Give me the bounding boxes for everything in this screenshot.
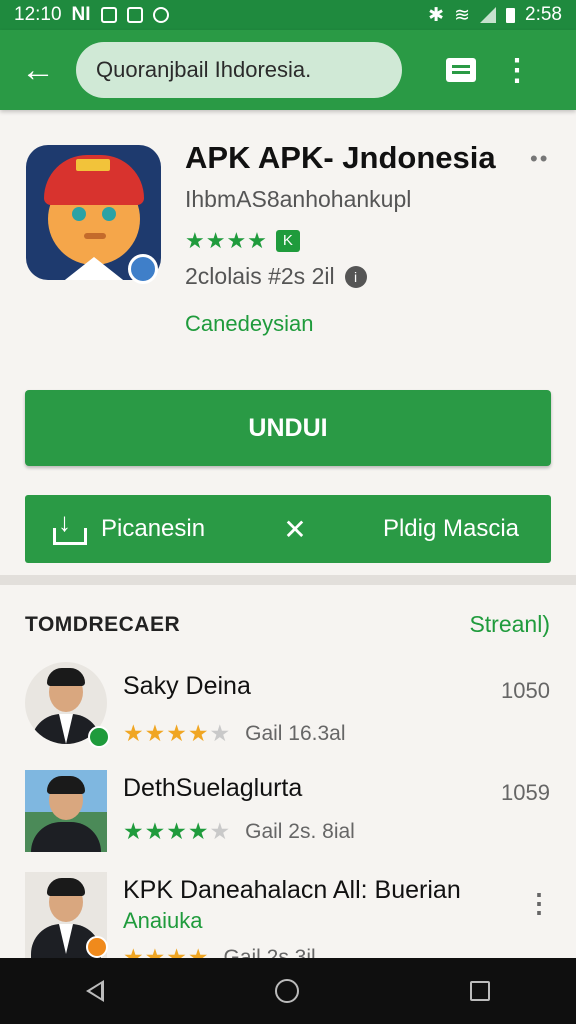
mascot-eye-right — [102, 207, 116, 221]
item-rating: ★★★★★ Gail 16.3al — [123, 720, 346, 747]
document-button[interactable] — [430, 30, 492, 110]
download-icon — [53, 507, 87, 545]
info-icon[interactable]: i — [344, 265, 367, 288]
item-name: Saky Deina — [123, 672, 251, 700]
app-category[interactable]: Canedeysian — [185, 311, 313, 337]
wifi-icon: ≋ — [454, 4, 471, 26]
title-more-icon[interactable]: •• — [530, 146, 549, 172]
item-number: 1050 — [501, 678, 550, 703]
document-icon — [446, 58, 476, 82]
verified-badge-icon — [88, 726, 110, 748]
mascot-eye-left — [72, 207, 86, 221]
back-button[interactable]: ← — [0, 30, 76, 110]
nav-home-icon[interactable] — [274, 979, 299, 1003]
rating-text: Gail 2s 3il — [223, 945, 316, 959]
rating-stars: ★★★★★ — [123, 818, 232, 844]
item-rating: ★★★★★ Gail 2s. 8ial — [123, 818, 355, 845]
close-icon[interactable]: ✕ — [265, 513, 325, 546]
verified-badge-icon — [128, 254, 158, 284]
nav-back-icon[interactable] — [85, 980, 104, 1002]
app-developer[interactable]: IhbmAS8anhohankupl — [185, 186, 411, 213]
nav-recents-icon[interactable] — [470, 981, 491, 1001]
avatar — [25, 770, 107, 852]
left-action-button[interactable]: Picanesin — [25, 507, 265, 545]
rating-stars: ★★★★★ — [123, 720, 232, 746]
notification-icon — [100, 7, 117, 23]
badge-icon — [86, 936, 108, 958]
status-bar: 12:10 NI ✱ ≋ 2:58 — [0, 0, 576, 30]
install-label: UNDUI — [248, 413, 328, 442]
section-divider — [0, 575, 576, 585]
left-action-label: Picanesin — [101, 515, 206, 542]
helmet-badge — [76, 159, 110, 171]
more-options-button[interactable]: ⋮ — [492, 30, 542, 110]
right-action-button[interactable]: Pldig Mascia — [325, 515, 551, 543]
list-item[interactable]: DethSuelaglurta 1059 ★★★★★ Gail 2s. 8ial — [0, 770, 576, 852]
item-subtitle: Anaiuka — [123, 908, 203, 933]
item-rating: ★★★★ Gail 2s 3il — [123, 944, 316, 958]
list-item[interactable]: Saky Deina 1050 ★★★★★ Gail 16.3al — [0, 660, 576, 750]
rating-stars: ★★★★ — [123, 944, 210, 958]
action-bar: Picanesin ✕ Pldig Mascia — [25, 495, 551, 563]
item-name: DethSuelaglurta — [123, 774, 303, 802]
rating-text: Gail 16.3al — [245, 721, 346, 745]
mascot-mouth — [84, 233, 106, 239]
rating-badge: K — [275, 230, 300, 252]
status-time: 12:10 — [14, 4, 62, 25]
section-title: TOMDRECAER — [25, 613, 181, 636]
app-bar: ← Quoranjbail Ihdoresia. ⋮ — [0, 30, 576, 110]
message-icon — [126, 7, 143, 23]
signal-icon — [480, 7, 497, 23]
more-vertical-icon: ⋮ — [502, 53, 532, 87]
battery-icon — [506, 7, 516, 23]
downloads-text: 2clolais #2s 2il — [185, 263, 335, 289]
status-time-right: 2:58 — [525, 4, 562, 25]
navigation-bar — [0, 958, 576, 1024]
app-title: APK APK- Jndonesia — [185, 140, 496, 175]
list-item[interactable]: KPK Daneahalacn All: Buerian Anaiuka ⋮ ★… — [0, 872, 576, 958]
install-button[interactable]: UNDUI — [25, 390, 551, 466]
item-more-icon[interactable]: ⋮ — [526, 888, 552, 919]
right-action-label: Pldig Mascia — [382, 515, 519, 542]
carrier-label: NI — [71, 4, 91, 25]
back-arrow-icon: ← — [21, 50, 55, 89]
section-see-more-link[interactable]: Streanl) — [469, 611, 550, 638]
item-number: 1059 — [501, 780, 550, 805]
mascot-collar — [56, 257, 132, 280]
bluetooth-icon: ✱ — [428, 4, 445, 26]
search-field[interactable]: Quoranjbail Ihdoresia. — [76, 42, 402, 98]
rating-stars: ★★★★ — [185, 228, 268, 253]
app-downloads: 2clolais #2s 2il i — [185, 263, 367, 290]
shield-icon — [152, 7, 169, 23]
item-name: KPK Daneahalacn All: Buerian — [123, 876, 461, 904]
app-rating: ★★★★ K — [185, 228, 300, 254]
search-text: Quoranjbail Ihdoresia. — [96, 57, 312, 82]
rating-text: Gail 2s. 8ial — [245, 819, 355, 843]
